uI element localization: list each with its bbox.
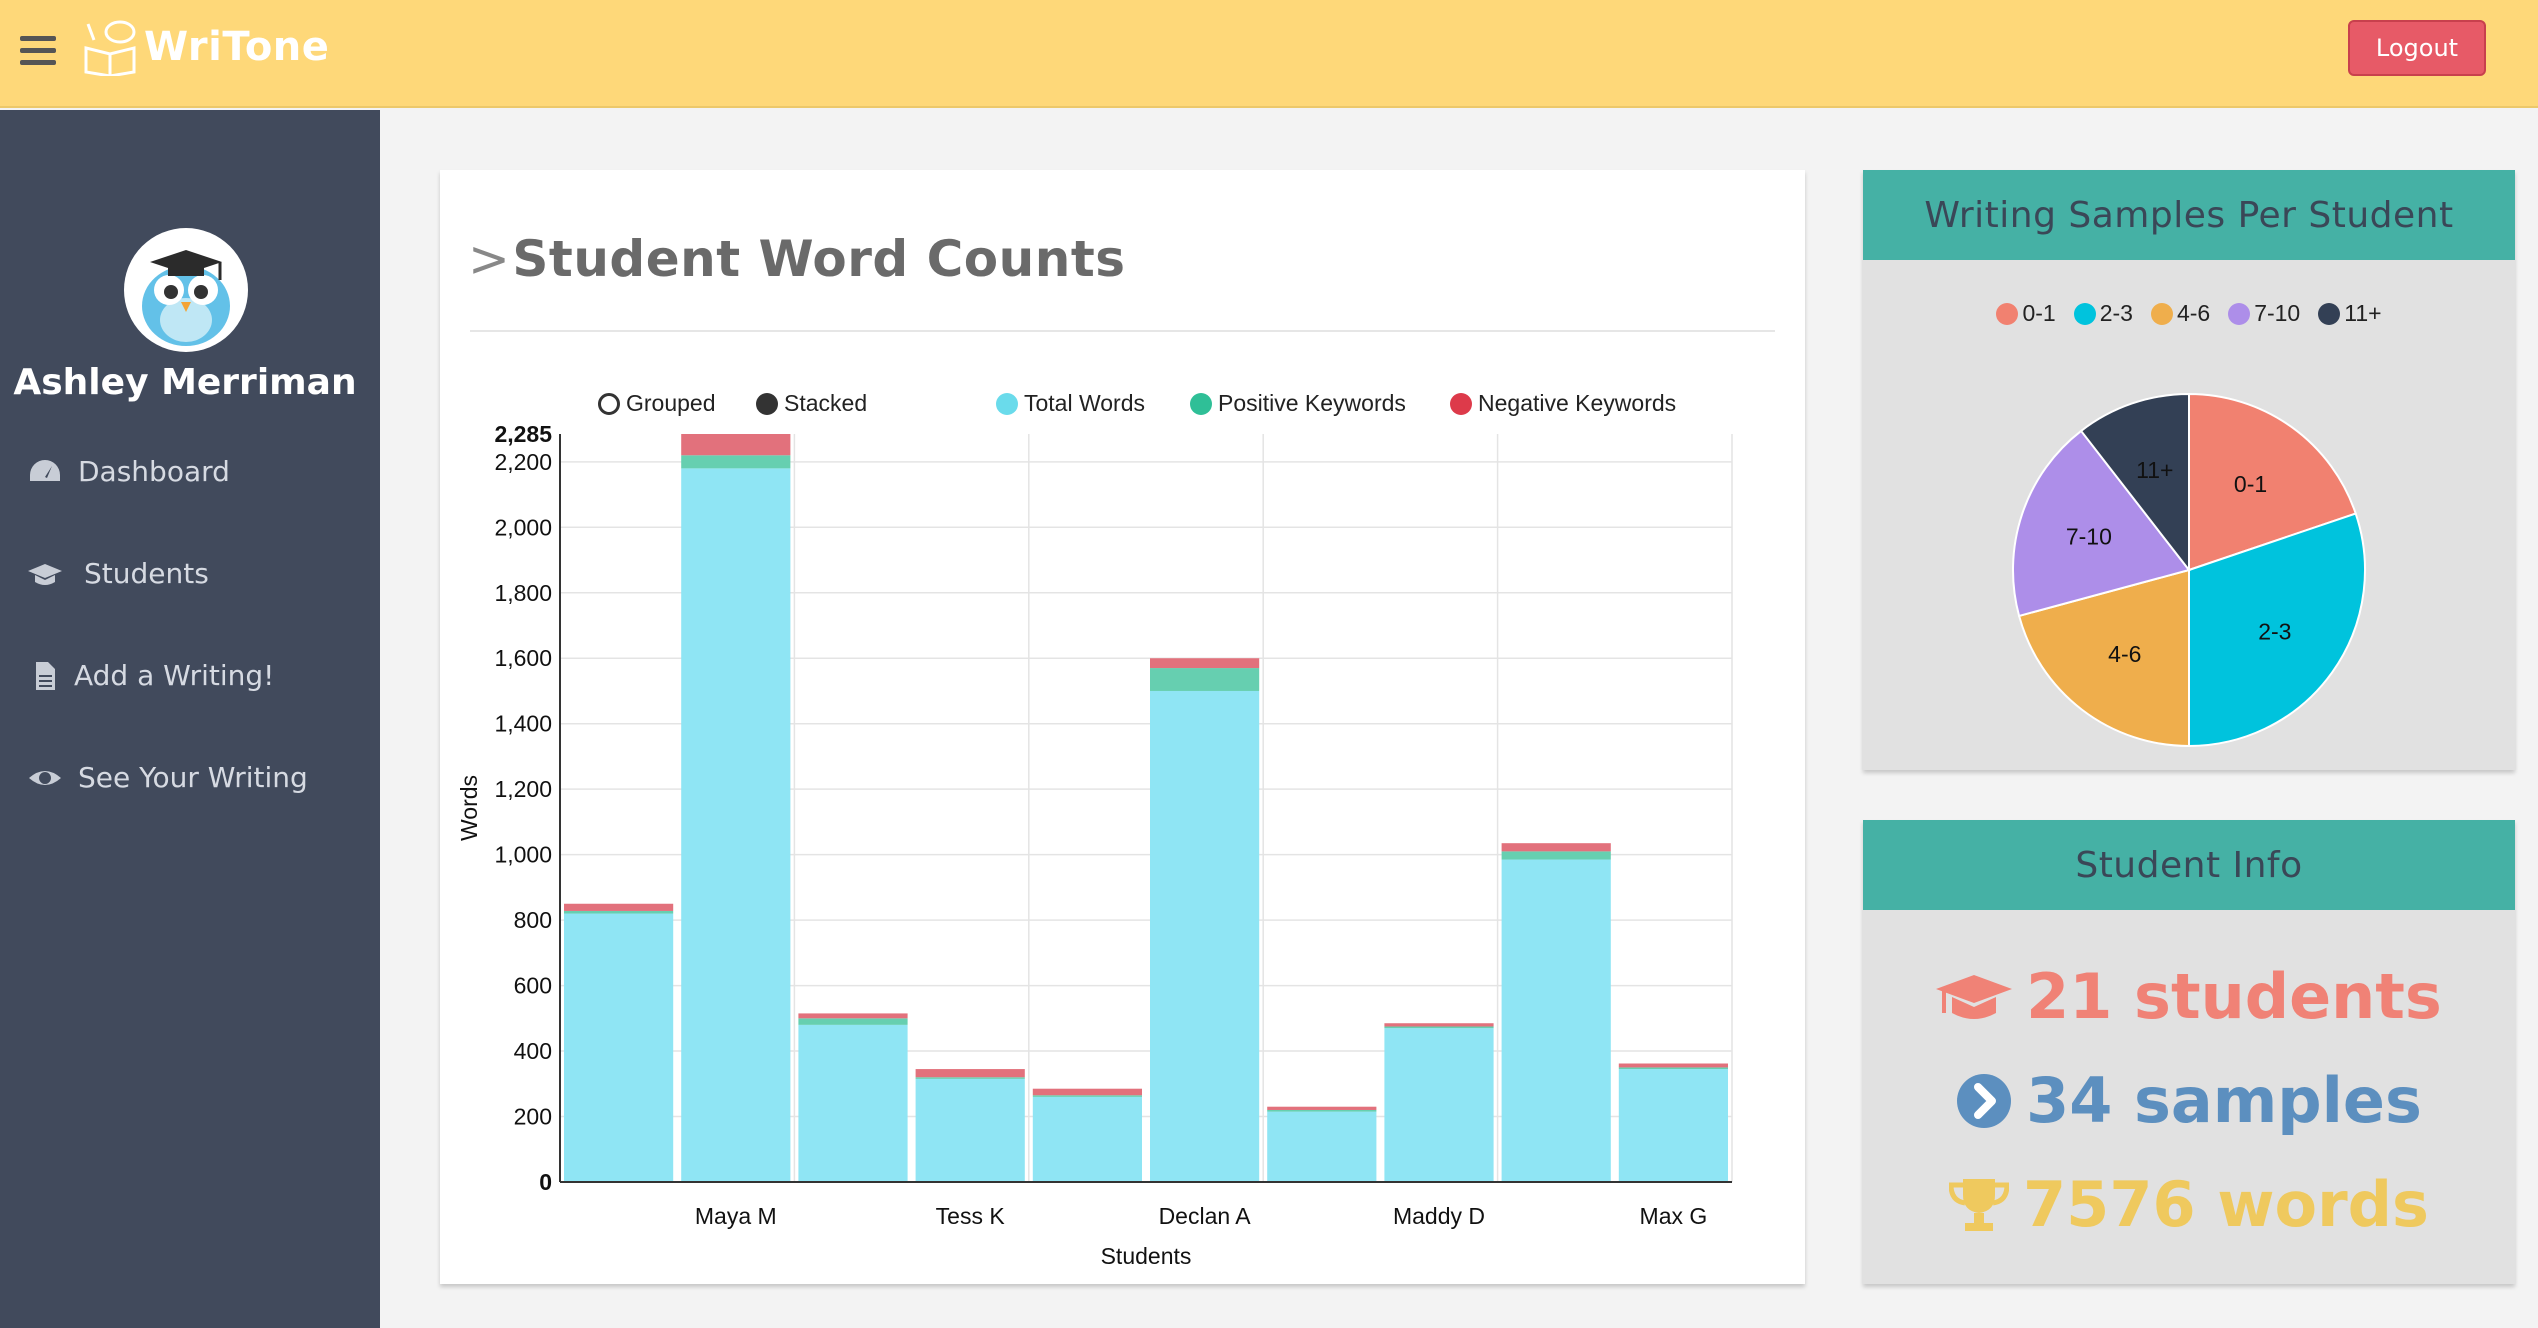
student-info-title: Student Info [1863,820,2515,910]
bar-segment[interactable] [681,468,791,1183]
sidebar-item-label: Add a Writing! [74,659,275,692]
bar-segment[interactable] [1384,1028,1494,1182]
trophy-icon [1949,1178,2010,1231]
pie-slice-label: 2-3 [2258,619,2291,645]
y-tick-label: 600 [514,973,552,999]
bar-segment[interactable] [915,1069,1025,1078]
bar-segment[interactable] [1032,1095,1142,1097]
y-tick-label: 2,000 [494,514,552,540]
pie-slice-label: 11+ [2136,457,2173,483]
y-tick-label: 1,600 [494,645,552,671]
word-count-chart: 0 200 400 600 800 1,000 1,200 1,400 1,600 1,800 2,… [456,421,1733,1269]
word-counts-card: >Student Word Counts Grouped Stacked Tot… [440,170,1805,1284]
app-logo[interactable]: WriTone [80,18,329,76]
words-count: 7576 words [2023,1168,2429,1241]
bar-segment[interactable] [564,913,674,1182]
dashboard-icon [30,459,60,481]
bar-segment[interactable] [1618,1063,1728,1068]
sidebar-item-label: Dashboard [78,455,230,488]
pie-slice-label: 0-1 [2234,471,2267,497]
y-tick-label: 1,200 [494,776,552,802]
bar-segment[interactable] [1384,1026,1494,1029]
bar-segment[interactable] [1032,1088,1142,1096]
bar-segment[interactable] [681,434,791,456]
bar-segment[interactable] [681,455,791,469]
y-tick-label: 800 [514,907,552,933]
y-tick-label: 1,800 [494,580,552,606]
bar-segment[interactable] [798,1013,908,1019]
y-tick-label: 0 [539,1169,552,1195]
student-info-panel: Student Info 21 students 34 samples 7576… [1863,820,2515,1284]
y-tick-label: 2,200 [494,449,552,475]
sidebar: Ashley Merriman Dashboard Students Add a… [0,110,380,1328]
sidebar-item-students[interactable]: Students [28,557,209,590]
bar-segment[interactable] [1501,859,1611,1182]
app-name: WriTone [144,24,330,70]
bar-segment[interactable] [1150,658,1260,669]
eye-icon [29,770,61,785]
bar-segment[interactable] [915,1077,1025,1079]
bar-segment[interactable] [915,1078,1025,1182]
sidebar-item-see-writing[interactable]: See Your Writing [28,761,308,794]
x-tick-label: Maddy D [1393,1203,1485,1229]
bar-segment[interactable] [564,903,674,911]
owl-avatar-icon [142,250,230,346]
sidebar-item-add-writing[interactable]: Add a Writing! [28,659,274,692]
x-axis-title: Students [1101,1243,1192,1269]
y-axis-title: Words [456,775,482,841]
students-count: 21 students [2026,960,2442,1033]
x-tick-label: Max G [1640,1203,1708,1229]
bar-segment[interactable] [798,1024,908,1182]
y-max-label: 2,285 [494,421,552,447]
bar-segment[interactable] [798,1018,908,1025]
file-icon [36,661,55,690]
bar-segment[interactable] [1150,668,1260,691]
logout-button[interactable]: Logout [2348,20,2486,76]
logo-book-icon [84,20,136,76]
y-tick-label: 400 [514,1038,552,1064]
bar-segment[interactable] [1267,1109,1377,1112]
bar-segment[interactable] [1501,851,1611,860]
x-tick-label: Tess K [936,1203,1006,1229]
top-bar: WriTone Logout [0,0,2538,108]
x-tick-label: Declan A [1159,1203,1252,1229]
avatar [124,228,248,352]
pie-slice-label: 4-6 [2108,641,2141,667]
samples-count: 34 samples [2026,1064,2422,1137]
bar-segment[interactable] [1618,1069,1728,1182]
bar-segment[interactable] [1150,690,1260,1182]
pie-slice-label: 7-10 [2066,523,2112,549]
sidebar-item-label: See Your Writing [78,761,308,794]
graduation-cap-icon [28,563,62,585]
chevron-circle-right-icon [1957,1073,2012,1128]
students-stat: 21 students [1863,960,2515,1033]
samples-panel: Writing Samples Per Student 0-1 2-3 4-6 … [1863,170,2515,770]
samples-stat: 34 samples [1863,1064,2515,1137]
bar-segment[interactable] [1618,1067,1728,1070]
menu-icon[interactable] [20,36,56,66]
sidebar-item-dashboard[interactable]: Dashboard [28,455,230,488]
graduation-cap-icon [1936,974,2013,1019]
sidebar-item-label: Students [84,557,209,590]
bar-segment[interactable] [1267,1106,1377,1110]
user-name: Ashley Merriman [13,362,357,403]
y-tick-label: 1,000 [494,842,552,868]
bar-segment[interactable] [1501,843,1611,852]
y-tick-label: 200 [514,1104,552,1130]
y-tick-label: 1,400 [494,711,552,737]
bar-segment[interactable] [564,910,674,914]
words-stat: 7576 words [1863,1168,2515,1241]
bar-segment[interactable] [1032,1096,1142,1182]
bar-segment[interactable] [1267,1111,1377,1182]
bar-segment[interactable] [1384,1023,1494,1027]
x-tick-label: Maya M [695,1203,777,1229]
samples-pie-chart: 0-1 2-3 4-6 7-10 11+ [2012,392,2366,748]
